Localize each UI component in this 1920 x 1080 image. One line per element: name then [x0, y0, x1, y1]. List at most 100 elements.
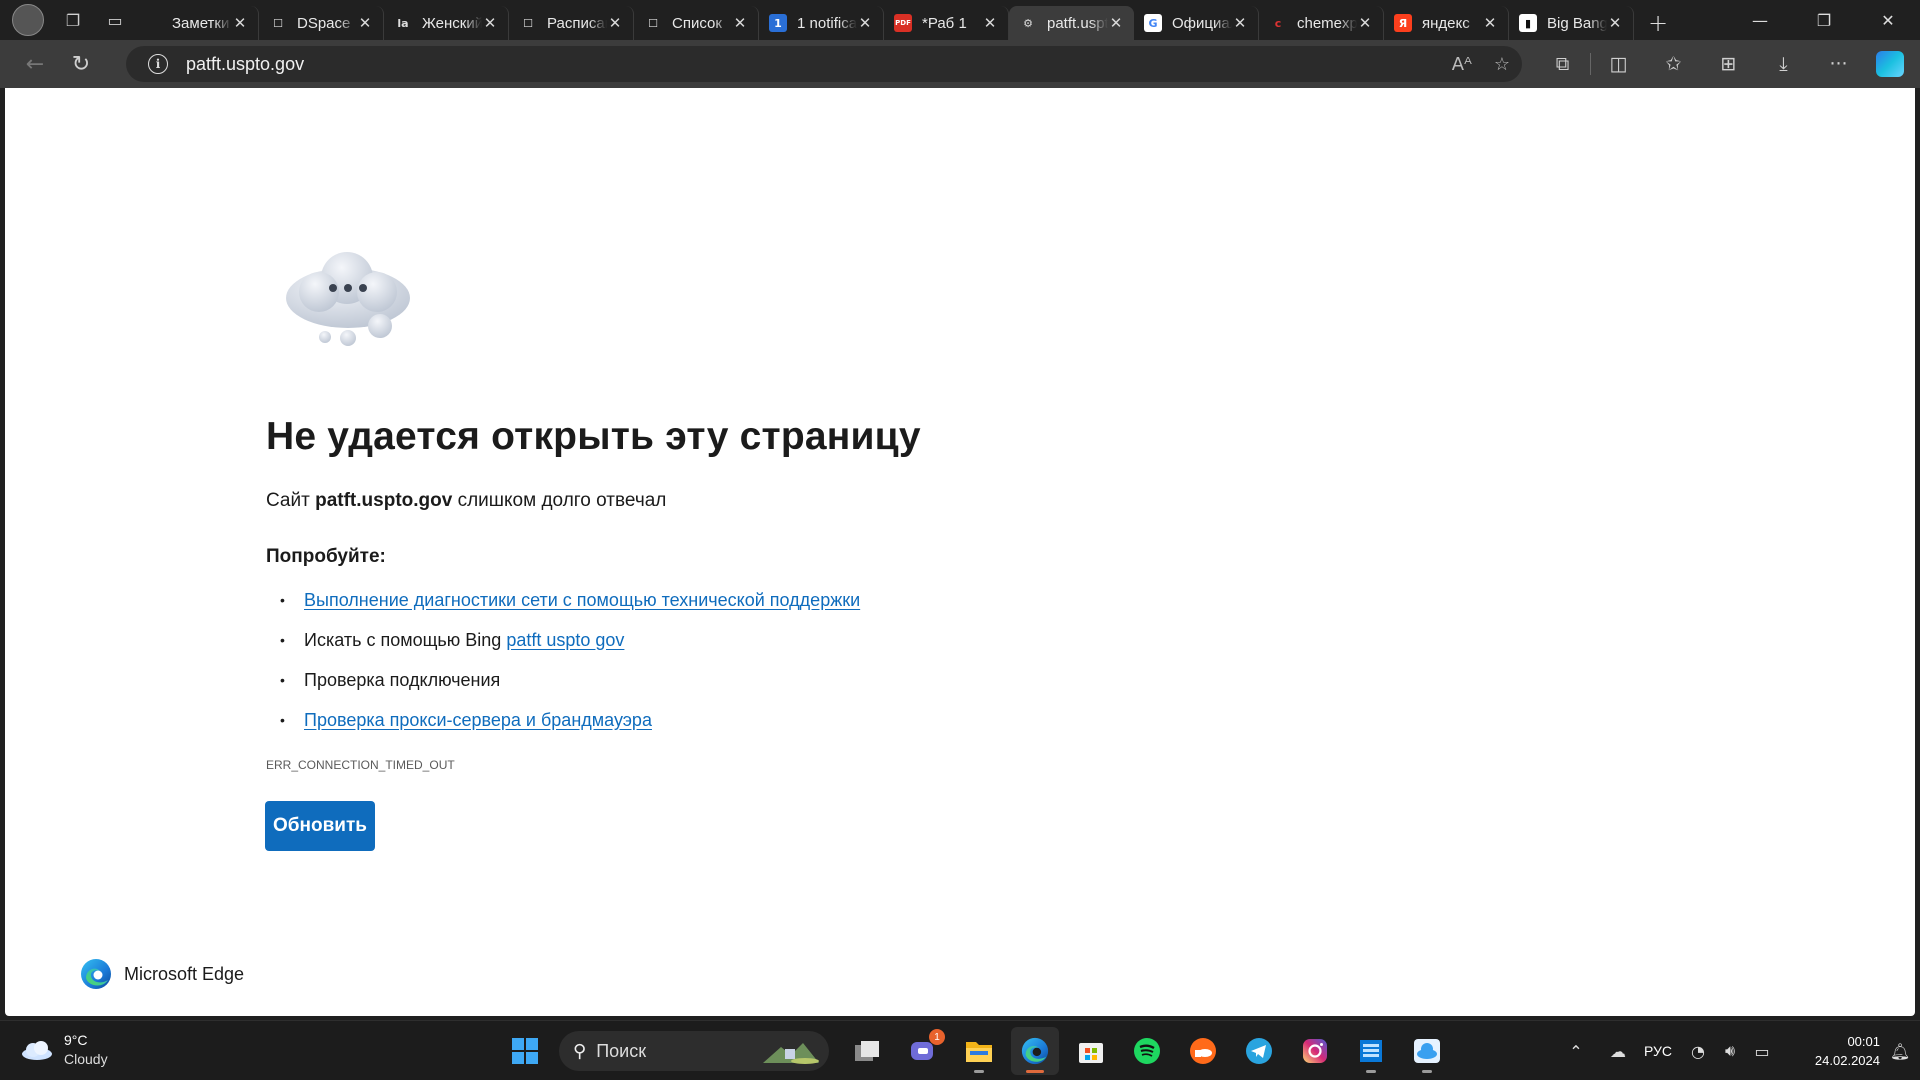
tab-close-icon[interactable]: ✕ [1108, 14, 1124, 32]
error-cloud-icon [286, 252, 410, 346]
error-description: Сайт patft.uspto.gov слишком долго отвеч… [266, 490, 666, 512]
wifi-icon[interactable]: ◔ [1682, 1042, 1714, 1061]
read-aloud-icon[interactable]: Aᴬ [1452, 54, 1472, 75]
suggestion-list: • Выполнение диагностики сети с помощью т… [280, 580, 860, 740]
tab-close-icon[interactable]: ✕ [357, 14, 373, 32]
notification-bell-icon[interactable]: 🔔︎ [1880, 1042, 1920, 1061]
battery-icon[interactable]: ▭ [1746, 1042, 1778, 1061]
split-screen-icon[interactable]: ◫ [1591, 53, 1646, 75]
bing-search-link[interactable]: patft uspto gov [506, 630, 624, 651]
url-text[interactable]: patft.uspto.gov [186, 54, 304, 75]
tab-favicon-icon: 1 [769, 14, 787, 32]
error-page: Не удается открыть эту страницу Сайт pat… [5, 88, 1915, 1016]
taskbar: 9°C Cloudy ⚲ Поиск 1 ⌃ ☁ РУС ◔ 🔊︎ ▭ 00:0… [0, 1020, 1920, 1080]
workspaces-icon[interactable]: ❐ [58, 5, 88, 35]
tab-favicon-icon: PDF [894, 14, 912, 32]
refresh-button[interactable]: Обновить [265, 801, 375, 851]
close-window-button[interactable]: ✕ [1856, 0, 1920, 40]
tab-title: Расписание [547, 14, 607, 32]
weather-widget[interactable]: 9°C Cloudy [20, 1031, 108, 1069]
instagram-icon [1303, 1039, 1327, 1063]
browser-tab[interactable]: c chemexper✕ [1259, 6, 1384, 40]
browser-tab[interactable]: ☐ Расписание✕ [509, 6, 634, 40]
browser-tab[interactable]: PDF *Раб 1 ✕ [884, 6, 1009, 40]
site-info-icon[interactable]: i [148, 54, 168, 74]
tab-close-icon[interactable]: ✕ [857, 14, 873, 32]
tab-title: Заметки [172, 14, 230, 32]
tab-close-icon[interactable]: ✕ [1607, 14, 1623, 32]
tab-close-icon[interactable]: ✕ [607, 14, 623, 32]
check-proxy-link[interactable]: Проверка прокси-сервера и брандмауэра [304, 710, 652, 731]
tab-close-icon[interactable]: ✕ [1482, 14, 1498, 32]
spotify-icon [1134, 1038, 1160, 1064]
volume-icon[interactable]: 🔊︎ [1714, 1041, 1746, 1061]
tab-close-icon[interactable]: ✕ [232, 14, 248, 32]
onedrive-app-button[interactable] [1403, 1027, 1451, 1075]
widgets-app-button[interactable] [1347, 1027, 1395, 1075]
favorite-star-icon[interactable]: ☆ [1494, 54, 1510, 75]
vertical-tabs-icon[interactable]: ▭ [100, 5, 130, 35]
tab-favicon-icon: ⚙ [1023, 16, 1033, 30]
edge-taskbar-button[interactable] [1011, 1027, 1059, 1075]
start-button[interactable] [501, 1027, 549, 1075]
taskbar-search[interactable]: ⚲ Поиск [559, 1031, 829, 1071]
new-tab-button[interactable]: + [1640, 7, 1676, 39]
chevron-up-icon[interactable]: ⌃ [1560, 1042, 1592, 1061]
error-code: ERR_CONNECTION_TIMED_OUT [266, 758, 455, 772]
tab-close-icon[interactable]: ✕ [982, 14, 998, 32]
input-language[interactable]: РУС [1644, 1043, 1672, 1059]
teams-chat-button[interactable]: 1 [899, 1027, 947, 1075]
browser-tab[interactable]: 1 1 notification✕ [759, 6, 884, 40]
description-host: patft.uspto.gov [315, 490, 453, 511]
tab-title: chemexper [1297, 14, 1357, 32]
task-view-button[interactable] [843, 1027, 891, 1075]
tab-title: яндекс [1422, 14, 1470, 32]
spotify-button[interactable] [1123, 1027, 1171, 1075]
search-highlight-icon [763, 1043, 819, 1064]
reload-button[interactable]: ↻ [60, 46, 102, 82]
edge-icon [1021, 1037, 1049, 1065]
browser-tab[interactable]: ☐ Список ✕ [634, 6, 759, 40]
address-bar[interactable]: i patft.uspto.gov Aᴬ ☆ [126, 46, 1522, 82]
extensions-icon[interactable]: ⧉ [1535, 53, 1590, 75]
network-diagnostics-link[interactable]: Выполнение диагностики сети с помощью те… [304, 590, 860, 611]
copilot-icon[interactable] [1876, 51, 1904, 77]
tab-close-icon[interactable]: ✕ [1232, 14, 1248, 32]
browser-tab[interactable]: G Официальный✕ [1134, 6, 1259, 40]
tab-close-icon[interactable]: ✕ [732, 14, 748, 32]
browser-toolbar: ← ↻ i patft.uspto.gov Aᴬ ☆ ⧉ ◫ ✩ ⊞ ⤓ ··· [0, 40, 1920, 88]
restore-button[interactable]: ❐ [1792, 0, 1856, 40]
search-icon: ⚲ [573, 1040, 587, 1062]
clock[interactable]: 00:01 24.02.2024 [1790, 1032, 1880, 1070]
browser-tab[interactable]: Заметки ✕ [134, 6, 259, 40]
tab-title: DSpace [297, 14, 351, 32]
more-menu-icon[interactable]: ··· [1811, 53, 1866, 75]
browser-tab[interactable]: ☐ DSpace ✕ [259, 6, 384, 40]
tab-favicon-icon: ☐ [523, 16, 533, 30]
soundcloud-icon [1190, 1038, 1216, 1064]
browser-tab[interactable]: Яяндекс ✕ [1384, 6, 1509, 40]
onedrive-status-icon[interactable]: ☁ [1602, 1042, 1634, 1061]
favorites-icon[interactable]: ✩ [1646, 53, 1701, 75]
profile-avatar[interactable] [12, 4, 44, 36]
bing-search-prefix: Искать с помощью Bing [304, 629, 507, 650]
browser-tab[interactable]: ⚙ patft.uspto.gov✕ [1009, 6, 1134, 40]
bullet: • [280, 712, 285, 728]
store-button[interactable] [1067, 1027, 1115, 1075]
tab-title: Список [672, 14, 722, 32]
edge-branding: Microsoft Edge [80, 958, 244, 990]
bullet: • [280, 672, 285, 688]
tab-close-icon[interactable]: ✕ [482, 14, 498, 32]
browser-tab[interactable]: ▮ Big Bang ✕ [1509, 6, 1634, 40]
instagram-button[interactable] [1291, 1027, 1339, 1075]
minimize-button[interactable]: — [1728, 0, 1792, 40]
soundcloud-button[interactable] [1179, 1027, 1227, 1075]
file-explorer-button[interactable] [955, 1027, 1003, 1075]
downloads-icon[interactable]: ⤓ [1756, 53, 1811, 75]
collections-icon[interactable]: ⊞ [1701, 53, 1756, 75]
tab-close-icon[interactable]: ✕ [1357, 14, 1373, 32]
browser-tab[interactable]: la Женский ✕ [384, 6, 509, 40]
telegram-button[interactable] [1235, 1027, 1283, 1075]
error-title: Не удается открыть эту страницу [266, 415, 921, 458]
back-button[interactable]: ← [14, 46, 56, 82]
